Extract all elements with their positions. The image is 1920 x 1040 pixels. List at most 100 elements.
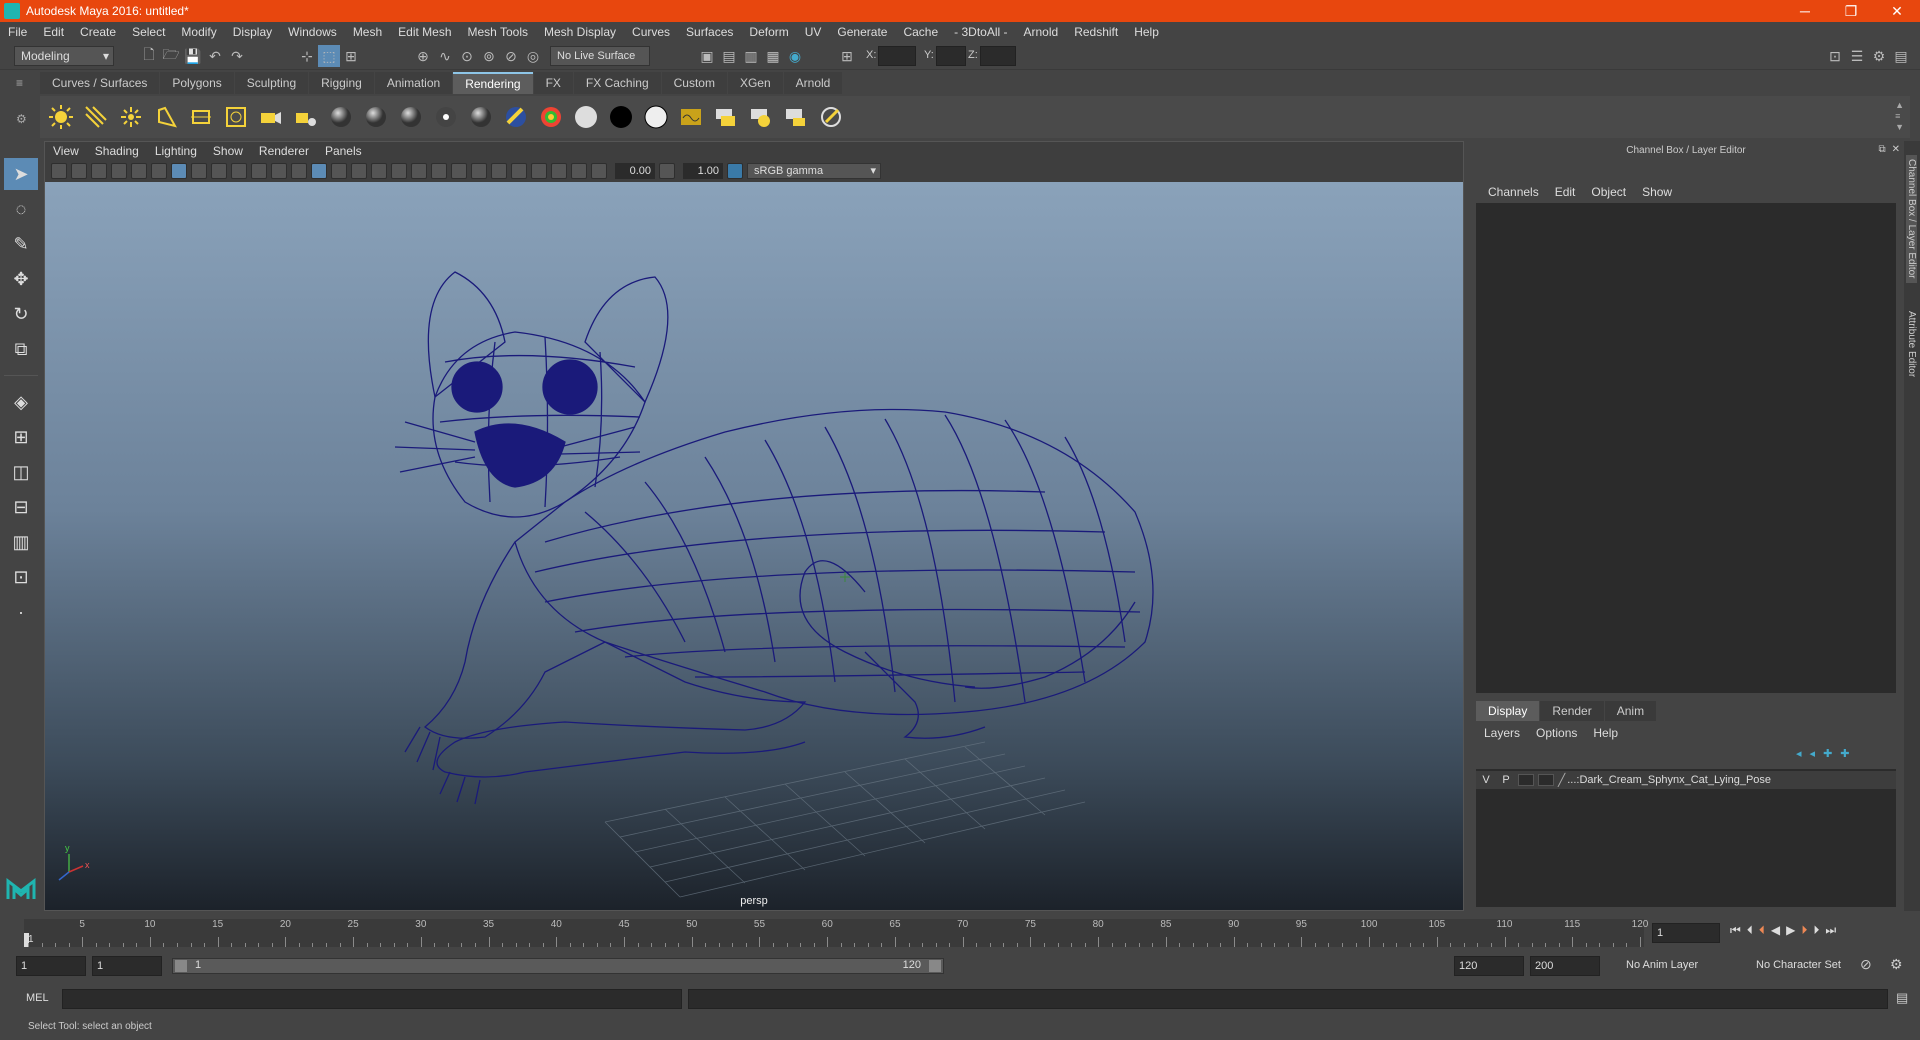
character-set-dropdown[interactable]: No Character Set (1750, 956, 1874, 976)
live-surface-field[interactable]: No Live Surface (550, 46, 650, 66)
modeling-toolkit-icon[interactable]: ⊡ (1824, 45, 1846, 67)
snap-grid-icon[interactable]: ⊕ (412, 45, 434, 67)
move-tool-icon[interactable]: ✥ (4, 263, 38, 295)
timeline-bar[interactable]: 1 5 10 15 20 25 30 35 40 45 50 55 60 65 70 75 80 85 90 95 1… (24, 919, 1648, 947)
perspective-viewport[interactable]: y x persp (45, 182, 1463, 910)
tab-fx-caching[interactable]: FX Caching (573, 72, 661, 94)
scale-tool-icon[interactable]: ⧉ (4, 333, 38, 365)
gamma-icon[interactable] (659, 163, 675, 179)
render-globe-icon[interactable]: ◉ (784, 45, 806, 67)
move-layer-down-icon[interactable]: ◂ (1810, 747, 1816, 760)
menu-edit-mesh[interactable]: Edit Mesh (390, 25, 459, 39)
menu-deform[interactable]: Deform (741, 25, 796, 39)
layer-playback-toggle[interactable]: P (1496, 774, 1516, 786)
snap-point-icon[interactable]: ⊙ (456, 45, 478, 67)
ambient-occlusion-icon[interactable] (451, 163, 467, 179)
wireframe-on-shaded-icon[interactable] (371, 163, 387, 179)
camera-aim-icon[interactable] (289, 100, 323, 134)
x-field[interactable] (878, 46, 916, 66)
vp-menu-shading[interactable]: Shading (87, 144, 147, 158)
play-forward-icon[interactable]: ▶ (1786, 923, 1795, 938)
vp-menu-lighting[interactable]: Lighting (147, 144, 205, 158)
batch-render-icon[interactable] (779, 100, 813, 134)
directional-light-icon[interactable] (79, 100, 113, 134)
snap-curve-icon[interactable]: ∿ (434, 45, 456, 67)
ipr-render-icon[interactable] (744, 100, 778, 134)
menu-cb-edit[interactable]: Edit (1547, 185, 1584, 199)
close-panel-icon[interactable]: ✕ (1892, 144, 1900, 155)
select-object-icon[interactable]: ⬚ (318, 45, 340, 67)
play-backward-icon[interactable]: ◀ (1771, 923, 1780, 938)
spot-light-icon[interactable] (149, 100, 183, 134)
script-editor-icon[interactable]: ▤ (1896, 990, 1908, 1006)
surface-shader-icon[interactable] (499, 100, 533, 134)
menu-surfaces[interactable]: Surfaces (678, 25, 741, 39)
smooth-shade-icon[interactable] (331, 163, 347, 179)
grid-icon[interactable] (171, 163, 187, 179)
menu-uv[interactable]: UV (797, 25, 830, 39)
single-view-icon[interactable]: ◈ (4, 386, 38, 418)
volume-light-icon[interactable] (219, 100, 253, 134)
menu-help[interactable]: Help (1126, 25, 1167, 39)
tab-rigging[interactable]: Rigging (309, 72, 374, 94)
outliner-view-icon[interactable]: ▥ (4, 526, 38, 558)
shading-sphere-icon[interactable] (464, 100, 498, 134)
menu-layers[interactable]: Layers (1476, 726, 1528, 740)
ambient-light-icon[interactable] (44, 100, 78, 134)
menu-file[interactable]: File (0, 25, 35, 39)
shelf-settings-icon[interactable]: ⚙ (16, 112, 27, 126)
tab-animation[interactable]: Animation (374, 72, 453, 94)
menu-windows[interactable]: Windows (280, 25, 345, 39)
black-material-icon[interactable] (604, 100, 638, 134)
2d-pan-zoom-icon[interactable] (151, 163, 167, 179)
menu-curves[interactable]: Curves (624, 25, 678, 39)
xray-icon[interactable] (531, 163, 547, 179)
render-frame-icon[interactable]: ▣ (696, 45, 718, 67)
resolution-gate-icon[interactable] (211, 163, 227, 179)
side-tab-attribute-editor[interactable]: Attribute Editor (1906, 311, 1917, 377)
step-forward-key-icon[interactable]: ⏵ (1801, 923, 1807, 938)
gate-mask-icon[interactable] (231, 163, 247, 179)
lasso-tool-icon[interactable]: ◌ (4, 193, 38, 225)
paint-select-icon[interactable]: ✎ (4, 228, 38, 260)
playback-start-field[interactable]: 1 (92, 956, 162, 976)
tab-custom[interactable]: Custom (661, 72, 727, 94)
start-time-field[interactable]: 1 (16, 956, 86, 976)
menu-edit[interactable]: Edit (35, 25, 72, 39)
ramp-shader-icon[interactable] (534, 100, 568, 134)
image-plane-icon[interactable] (111, 163, 127, 179)
shelf-menu-icon[interactable]: ≡ (16, 76, 23, 90)
view-transform-dropdown[interactable]: sRGB gamma ▾ (747, 163, 881, 179)
shadows-icon[interactable] (431, 163, 447, 179)
new-layer-selected-icon[interactable]: ✚ (1840, 747, 1849, 760)
menu-generate[interactable]: Generate (829, 25, 895, 39)
gamma-field[interactable]: 1.00 (683, 163, 723, 179)
layered-shader-icon[interactable] (639, 100, 673, 134)
xray-joints-icon[interactable] (551, 163, 567, 179)
film-gate-icon[interactable] (191, 163, 207, 179)
menu-modify[interactable]: Modify (173, 25, 224, 39)
range-start-handle[interactable] (175, 960, 187, 972)
tab-anim[interactable]: Anim (1604, 701, 1657, 721)
minimize-button[interactable]: ─ (1782, 0, 1828, 22)
anim-layer-dropdown[interactable]: No Anim Layer (1620, 956, 1744, 976)
camera-attributes-icon[interactable] (71, 163, 87, 179)
menu-display[interactable]: Display (225, 25, 280, 39)
tool-settings-icon[interactable]: ⚙ (1868, 45, 1890, 67)
textured-icon[interactable] (391, 163, 407, 179)
vp-menu-renderer[interactable]: Renderer (251, 144, 317, 158)
layer-visibility-toggle[interactable]: V (1476, 774, 1496, 786)
playback-end-field[interactable]: 120 (1454, 956, 1524, 976)
redo-icon[interactable]: ↷ (226, 45, 248, 67)
menu-cache[interactable]: Cache (895, 25, 946, 39)
point-light-icon[interactable] (114, 100, 148, 134)
mel-label[interactable]: MEL (26, 992, 49, 1004)
maximize-button[interactable]: ❐ (1828, 0, 1874, 22)
render-view-icon[interactable] (674, 100, 708, 134)
bookmark-icon[interactable] (91, 163, 107, 179)
preferences-icon[interactable]: ⚙ (1890, 956, 1903, 973)
tab-arnold[interactable]: Arnold (783, 72, 843, 94)
snap-together-icon[interactable]: ◎ (522, 45, 544, 67)
anti-alias-icon[interactable] (491, 163, 507, 179)
select-camera-icon[interactable] (51, 163, 67, 179)
